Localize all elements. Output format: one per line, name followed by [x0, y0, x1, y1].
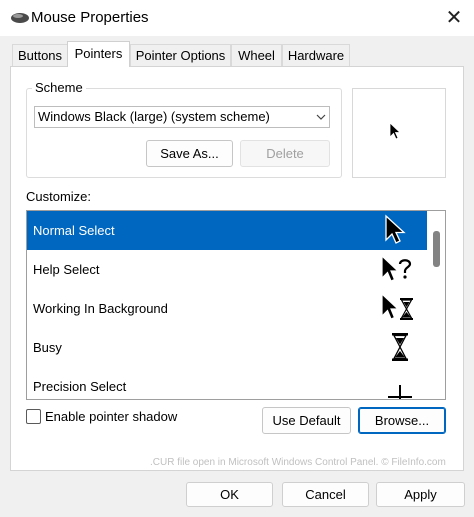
scheme-dropdown[interactable]: Windows Black (large) (system scheme) [34, 106, 330, 128]
pointer-shadow-checkbox[interactable] [26, 409, 41, 424]
tab-pointer-options[interactable]: Pointer Options [130, 44, 231, 66]
tab-pointers[interactable]: Pointers [67, 41, 130, 67]
list-item-label: Busy [33, 340, 62, 355]
list-item[interactable]: Busy [27, 328, 427, 367]
close-button[interactable]: ✕ [441, 4, 467, 30]
cursor-preview [352, 88, 446, 178]
customize-label: Customize: [26, 189, 92, 204]
crosshair-icon [388, 385, 412, 399]
window-title: Mouse Properties [31, 9, 149, 26]
list-item-label: Help Select [33, 262, 100, 277]
list-item-label: Precision Select [33, 379, 127, 394]
tab-hardware[interactable]: Hardware [282, 44, 350, 66]
list-item[interactable]: Precision Select [27, 367, 427, 399]
hourglass-icon [392, 333, 408, 361]
delete-button[interactable]: Delete [240, 140, 330, 167]
apply-button[interactable]: Apply [376, 482, 465, 507]
list-item[interactable]: Working In Background [27, 289, 427, 328]
cursor-list[interactable]: Normal Select Help Select Working In Bac… [26, 210, 446, 400]
pointer-shadow-label[interactable]: Enable pointer shadow [45, 409, 177, 424]
list-item-label: Working In Background [33, 301, 168, 316]
arrow-cursor-icon [385, 214, 406, 244]
cancel-button[interactable]: Cancel [282, 482, 369, 507]
list-item[interactable]: Normal Select [27, 211, 427, 250]
chevron-down-icon[interactable] [313, 106, 329, 128]
help-cursor-icon [381, 254, 412, 282]
mouse-icon [11, 13, 29, 23]
use-default-button[interactable]: Use Default [262, 407, 351, 434]
arrow-cursor-icon [389, 122, 402, 140]
browse-button[interactable]: Browse... [358, 407, 446, 434]
list-item-label: Normal Select [33, 223, 115, 238]
list-item[interactable]: Help Select [27, 250, 427, 289]
tab-wheel[interactable]: Wheel [231, 44, 282, 66]
ok-button[interactable]: OK [186, 482, 273, 507]
scheme-group-label: Scheme [32, 80, 86, 95]
scrollbar-thumb[interactable] [433, 231, 440, 267]
tab-buttons[interactable]: Buttons [12, 44, 68, 66]
list-scrollbar[interactable] [428, 211, 445, 399]
save-as-button[interactable]: Save As... [146, 140, 233, 167]
watermark-text: .CUR file open in Microsoft Windows Cont… [150, 457, 446, 468]
working-cursor-icon [381, 292, 413, 320]
